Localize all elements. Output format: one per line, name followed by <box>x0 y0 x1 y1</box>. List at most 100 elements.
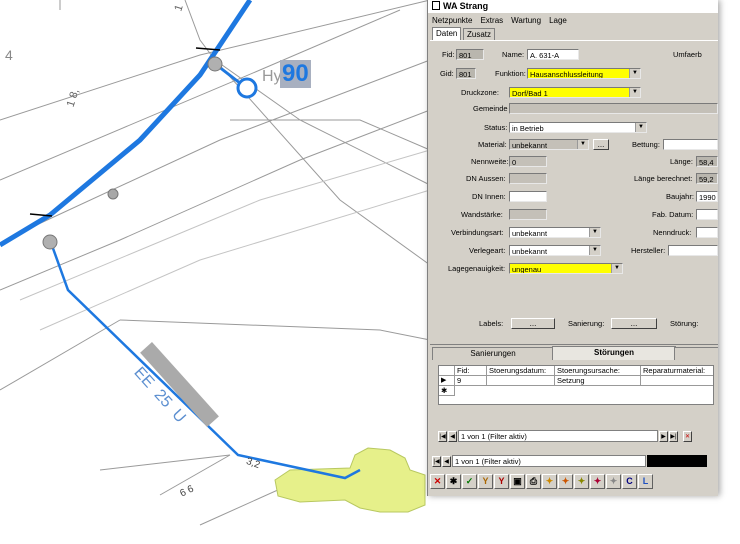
nenndruck-label: Nenndruck: <box>653 228 692 237</box>
column-header: Reparaturmaterial: <box>641 366 713 376</box>
dn-innen-field[interactable] <box>509 191 547 202</box>
main-tabs: Daten Zusatz <box>428 27 718 40</box>
funktion-value: Hausanschlussleitung <box>530 70 603 79</box>
tab-stoerungen[interactable]: Störungen <box>552 346 676 360</box>
labels-button[interactable]: ... <box>511 318 555 329</box>
bettung-field[interactable] <box>663 139 718 150</box>
tab-sanierungen[interactable]: Sanierungen <box>432 347 554 360</box>
dropdown-arrow-icon[interactable]: ▼ <box>629 88 640 97</box>
verbindungsart-label: Verbindungsart: <box>451 228 504 237</box>
service-pipe <box>48 239 361 480</box>
dropdown-arrow-icon[interactable]: ▼ <box>611 264 622 273</box>
funktion-select[interactable]: Hausanschlussleitung ▼ <box>527 68 641 79</box>
zoom-selection-icon[interactable]: ✦ <box>606 473 621 489</box>
main-pipe <box>0 0 253 248</box>
menu-extras[interactable]: Extras <box>480 14 503 27</box>
hersteller-field[interactable] <box>668 245 718 256</box>
tab-daten[interactable]: Daten <box>432 27 462 40</box>
material-browse-button[interactable]: ... <box>593 139 609 150</box>
laenge-label: Länge: <box>670 157 693 166</box>
wandstaerke-field[interactable] <box>509 209 547 220</box>
action-toolbar: ✕ ✱ ✓ Y Y ▣ ⎙ ✦ ✦ ✦ ✦ ✦ C L <box>430 472 718 490</box>
name-field[interactable]: A. 631-A <box>527 49 579 60</box>
gid-field: 801 <box>456 68 476 79</box>
new-record-icon[interactable]: ✱ <box>446 473 461 489</box>
status-value: in Betrieb <box>512 124 544 133</box>
copy-icon[interactable]: ▣ <box>510 473 525 489</box>
building-area <box>274 447 426 513</box>
first-record-icon[interactable]: |◀ <box>438 430 447 442</box>
first-record-icon[interactable]: |◀ <box>432 455 441 467</box>
main-record-indicator: 1 von 1 (Filter aktiv) <box>452 455 646 467</box>
druckzone-value: Dorf/Bad 1 <box>512 89 548 98</box>
column-header: Fid: <box>455 366 487 376</box>
druckzone-select[interactable]: Dorf/Bad 1 ▼ <box>509 87 641 98</box>
funktion-label: Funktion: <box>495 69 526 78</box>
fab-datum-label: Fab. Datum: <box>652 210 694 219</box>
table-cell[interactable]: Setzung <box>555 376 641 386</box>
stoerungen-table[interactable]: Fid: Stoerungsdatum: Stoerungsursache: R… <box>438 365 714 405</box>
c-icon[interactable]: C <box>622 473 637 489</box>
dropdown-arrow-icon[interactable]: ▼ <box>577 140 588 149</box>
cancel-icon[interactable]: ✕ <box>430 473 445 489</box>
column-header: Stoerungsursache: <box>555 366 641 376</box>
l-icon[interactable]: L <box>638 473 653 489</box>
print-icon[interactable]: ⎙ <box>526 473 541 489</box>
verbindungsart-value: unbekannt <box>512 229 548 238</box>
next-record-icon[interactable]: ▶ <box>659 430 668 442</box>
valve-node <box>42 234 58 250</box>
nenndruck-field[interactable] <box>696 227 718 238</box>
deselect-icon[interactable]: ✦ <box>558 473 573 489</box>
delete-filter-icon[interactable]: ✕ <box>683 430 692 442</box>
filter-icon[interactable]: Y <box>478 473 493 489</box>
baujahr-field[interactable]: 1990 <box>696 191 718 202</box>
verlegeart-select[interactable]: unbekannt ▼ <box>509 245 601 256</box>
laenge-berechnet-field: 59,2 <box>696 173 718 184</box>
tab-more[interactable] <box>674 347 718 360</box>
sanierung-button[interactable]: ... <box>611 318 657 329</box>
main-nav: |◀ ◀ 1 von 1 (Filter aktiv) <box>432 454 707 468</box>
dropdown-arrow-icon[interactable]: ▼ <box>635 123 646 132</box>
nav-bar-fill <box>647 455 707 467</box>
dn-innen-label: DN Innen: <box>472 192 506 201</box>
menu-netzpunkte[interactable]: Netzpunkte <box>432 14 472 27</box>
dropdown-arrow-icon[interactable]: ▼ <box>589 228 600 237</box>
material-label: Material: <box>478 140 507 149</box>
dn-aussen-field[interactable] <box>509 173 547 184</box>
row-selector-header <box>439 366 455 376</box>
lagegenauigkeit-select[interactable]: ungenau ▼ <box>509 263 623 274</box>
sanierung-label: Sanierung: <box>568 319 605 328</box>
remove-filter-icon[interactable]: Y <box>494 473 509 489</box>
verbindungsart-select[interactable]: unbekannt ▼ <box>509 227 601 238</box>
menu-wartung[interactable]: Wartung <box>511 14 541 27</box>
dropdown-arrow-icon[interactable]: ▼ <box>629 69 640 78</box>
nennweite-label: Nennweite: <box>471 157 509 166</box>
baujahr-label: Baujahr: <box>666 192 694 201</box>
select-all-icon[interactable]: ✦ <box>574 473 589 489</box>
material-select[interactable]: unbekannt ▼ <box>509 139 589 150</box>
table-cell[interactable] <box>641 376 713 386</box>
save-icon[interactable]: ✓ <box>462 473 477 489</box>
table-cell[interactable]: 9 <box>455 376 487 386</box>
tab-zusatz[interactable]: Zusatz <box>463 28 496 40</box>
prev-record-icon[interactable]: ◀ <box>448 430 457 442</box>
status-select[interactable]: in Betrieb ▼ <box>509 122 647 133</box>
point-node <box>107 188 119 200</box>
nennweite-field[interactable]: 0 <box>509 156 547 167</box>
stoerung-label: Störung: <box>670 319 699 328</box>
menu-lage[interactable]: Lage <box>549 14 567 27</box>
row-pointer-icon: ▶ <box>439 376 455 386</box>
map-label-90: 90 <box>280 60 311 88</box>
valve-node <box>207 56 223 72</box>
last-record-icon[interactable]: ▶| <box>669 430 678 442</box>
table-cell[interactable] <box>487 376 555 386</box>
dropdown-arrow-icon[interactable]: ▼ <box>589 246 600 255</box>
clear-selection-icon[interactable]: ✦ <box>590 473 605 489</box>
prev-record-icon[interactable]: ◀ <box>442 455 451 467</box>
select-icon[interactable]: ✦ <box>542 473 557 489</box>
gemeinde-field[interactable] <box>509 103 718 114</box>
fab-datum-field[interactable] <box>696 209 718 220</box>
new-row-icon: ✱ <box>439 386 455 396</box>
lagegenauigkeit-value: ungenau <box>512 265 542 274</box>
gid-label: Gid: <box>440 69 454 78</box>
